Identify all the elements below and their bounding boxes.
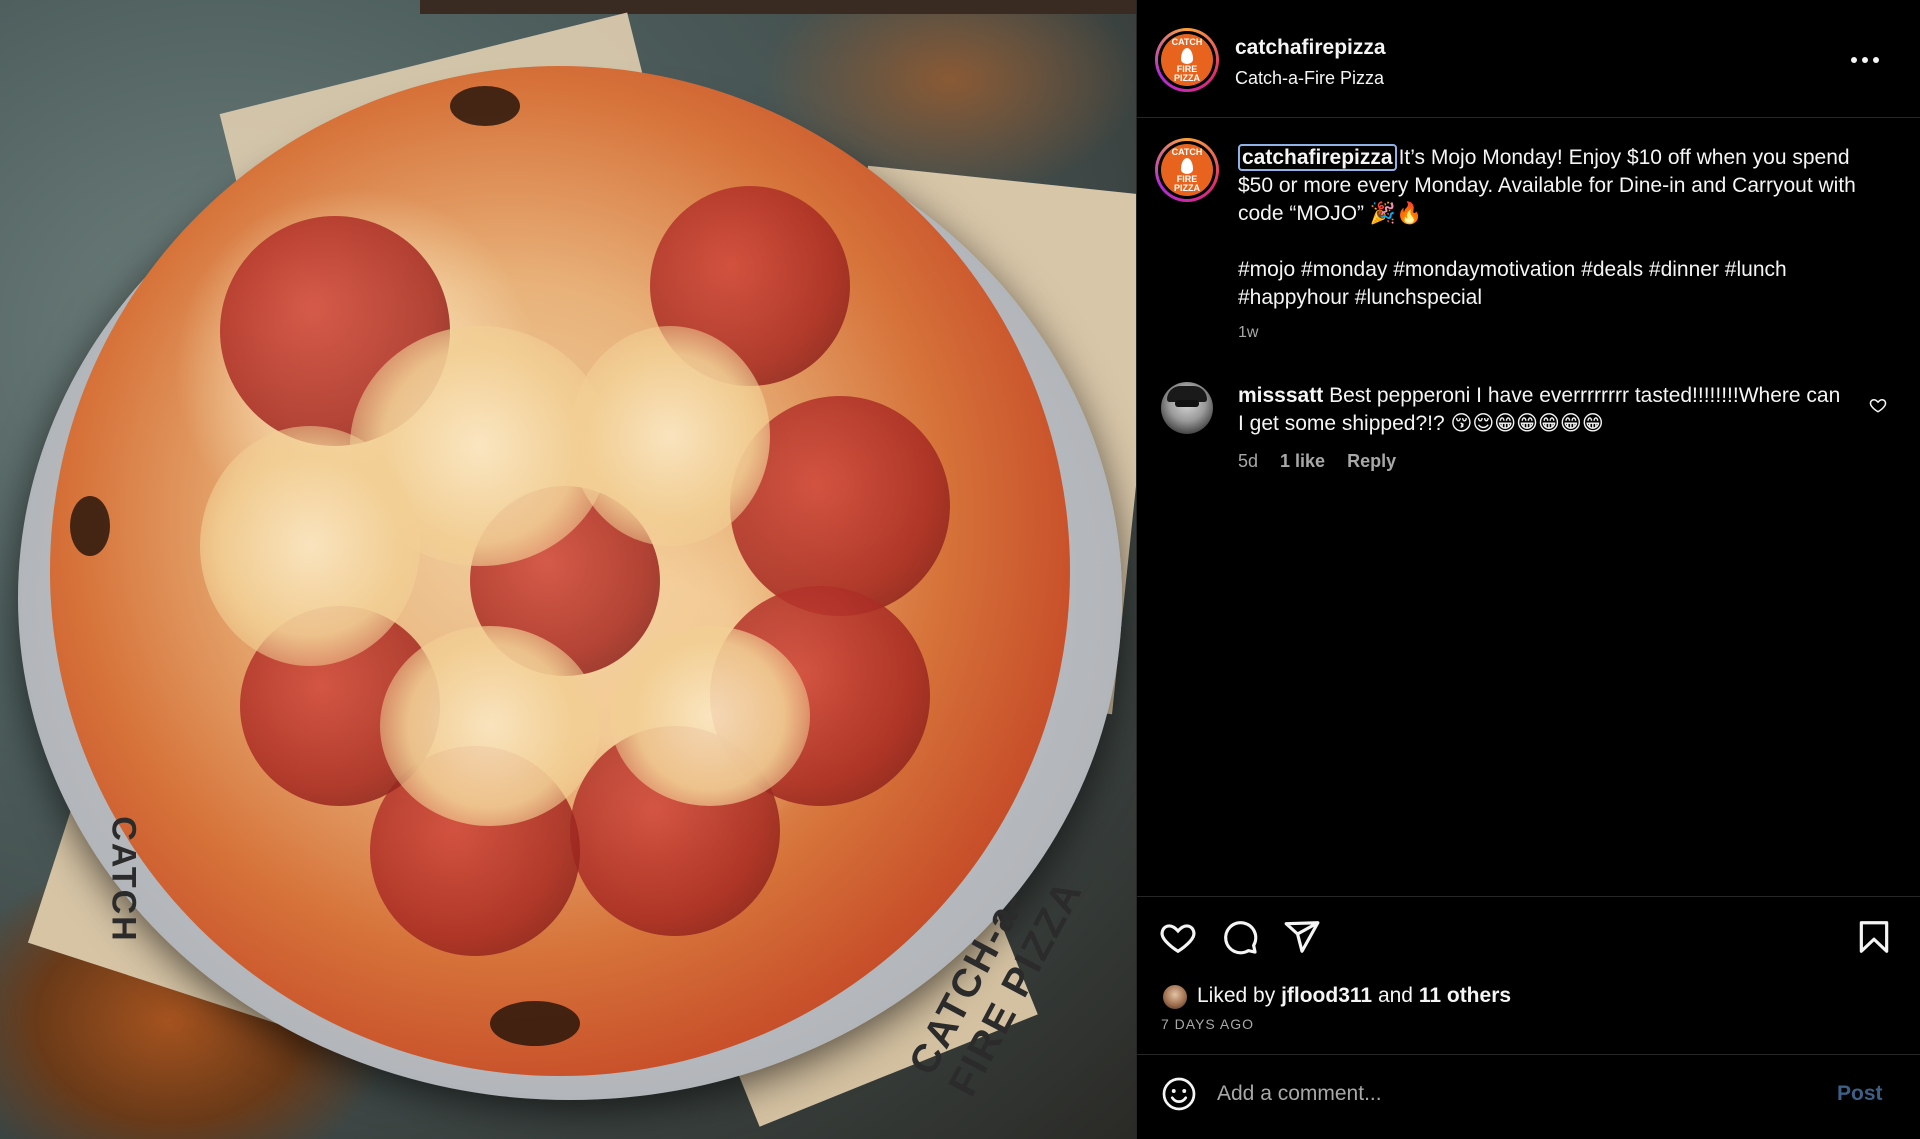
comment-item: misssatt Best pepperoni I have everrrrrr… [1238,382,1848,438]
comment-username[interactable]: misssatt [1238,384,1323,407]
likes-joiner: and [1377,984,1413,1007]
logo-text: PIZZA [1174,72,1200,83]
photo-brand-text-left: CATCH [104,816,143,943]
avatar-inner: CATCH FIRE PIZZA [1158,31,1216,89]
emoji-icon[interactable] [1161,1076,1197,1112]
caption-author-avatar[interactable]: CATCH FIRE PIZZA [1155,138,1219,202]
caption-username-link[interactable]: catchafirepizza [1238,144,1397,171]
cheese [570,326,770,546]
flame-icon [1181,47,1193,64]
post-caption: catchafirepizza It’s Mojo Monday! Enjoy $… [1238,144,1858,228]
brand-logo: CATCH FIRE PIZZA [1161,144,1213,196]
pizza [50,66,1070,1076]
likes-others-link[interactable]: 11 others [1419,984,1511,1007]
brand-logo: CATCH FIRE PIZZA [1161,34,1213,86]
charred-crust [70,496,110,556]
cheese [380,626,600,826]
avatar-inner: CATCH FIRE PIZZA [1158,141,1216,199]
charred-crust [490,1001,580,1046]
author-avatar[interactable]: CATCH FIRE PIZZA [1155,28,1219,92]
caption-hashtags[interactable]: #mojo #monday #mondaymotivation #deals #… [1238,256,1858,312]
logo-text: CATCH [1171,36,1203,47]
instagram-post-view: CATCH-a-FIRE PIZZA CATCH CATCH FIRE PIZZ… [0,0,1920,1139]
likes-user-link[interactable]: jflood311 [1281,984,1372,1007]
comment-icon[interactable] [1221,918,1259,956]
likes-prefix: Liked by [1197,984,1276,1007]
logo-text: PIZZA [1174,182,1200,193]
liker-avatar[interactable] [1161,983,1189,1011]
bookmark-icon[interactable] [1855,918,1893,956]
comment-timestamp[interactable]: 5d [1238,451,1258,472]
likes-summary[interactable]: Liked by jflood311 and 11 others [1197,984,1511,1008]
post-photo[interactable]: CATCH-a-FIRE PIZZA CATCH [0,0,1136,1139]
post-comment-button[interactable]: Post [1837,1082,1883,1106]
heart-outline-icon[interactable] [1869,396,1887,414]
author-username[interactable]: catchafirepizza [1235,36,1386,60]
share-icon[interactable] [1283,918,1321,956]
flame-icon [1181,157,1193,174]
comment-text: Best pepperoni I have everrrrrrrr tasted… [1238,384,1841,435]
cheese [200,426,420,666]
comment-box-divider [1137,1054,1920,1055]
photo-top-strip [420,0,1136,14]
post-details-panel: CATCH FIRE PIZZA catchafirepizza Catch-a… [1136,0,1920,1139]
actions-divider [1137,896,1920,897]
post-header: CATCH FIRE PIZZA catchafirepizza Catch-a… [1137,0,1920,118]
heart-icon[interactable] [1159,918,1197,956]
author-display-name[interactable]: Catch-a-Fire Pizza [1235,68,1384,89]
comment-likes-count[interactable]: 1 like [1280,451,1325,472]
post-age[interactable]: 7 DAYS AGO [1161,1016,1254,1032]
comment-meta: 5d 1 like Reply [1238,451,1396,472]
avatar-glasses [1175,400,1199,407]
more-options-icon[interactable] [1851,52,1883,68]
commenter-avatar[interactable] [1161,382,1213,434]
charred-crust [450,86,520,126]
comment-reply-button[interactable]: Reply [1347,451,1396,472]
caption-timestamp[interactable]: 1w [1238,324,1258,342]
add-comment-input[interactable] [1217,1074,1777,1114]
logo-text: CATCH [1171,146,1203,157]
cheese [610,626,810,806]
